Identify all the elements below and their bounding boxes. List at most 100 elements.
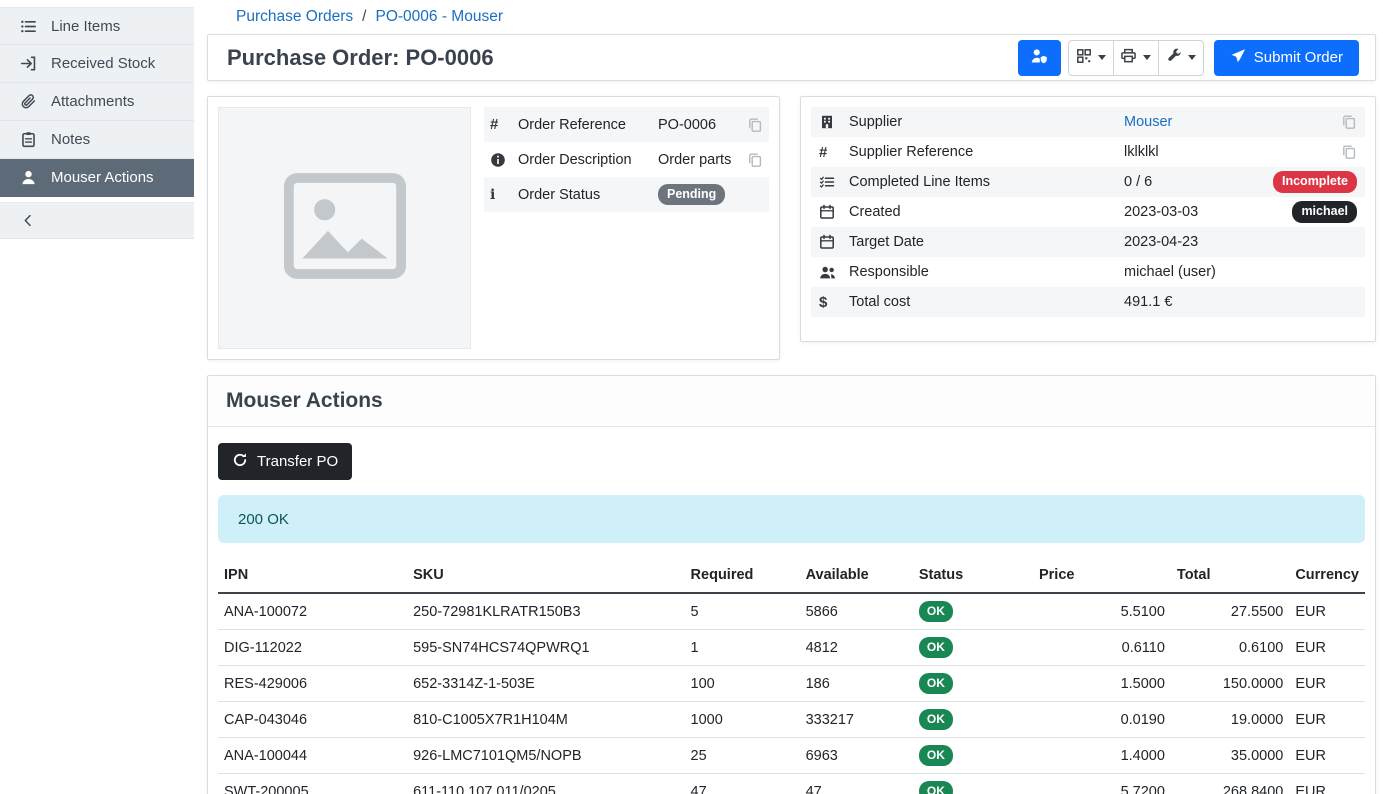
cell-price: 0.0190 bbox=[1033, 702, 1171, 738]
cell-ipn: SWT-200005 bbox=[218, 774, 407, 794]
sidebar-item-label: Received Stock bbox=[51, 55, 155, 72]
copy-icon[interactable] bbox=[1341, 144, 1357, 160]
paperclip-icon bbox=[19, 93, 38, 110]
breadcrumb: Purchase Orders / PO-0006 - Mouser bbox=[207, 0, 1376, 34]
qr-code-icon bbox=[1076, 48, 1092, 68]
detail-row-target-date: Target Date 2023-04-23 bbox=[811, 227, 1365, 257]
column-header-required: Required bbox=[685, 559, 800, 593]
tools-icon bbox=[1166, 48, 1182, 68]
cell-sku: 611-110.107.011/0205 bbox=[407, 774, 684, 794]
cell-available: 4812 bbox=[800, 630, 913, 666]
cell-ipn: CAP-043046 bbox=[218, 702, 407, 738]
detail-label: Total cost bbox=[849, 294, 1124, 310]
detail-row-order-reference: # Order Reference PO-0006 bbox=[484, 107, 769, 142]
supplier-link[interactable]: Mouser bbox=[1124, 114, 1341, 130]
cell-ipn: DIG-112022 bbox=[218, 630, 407, 666]
calendar-icon bbox=[819, 234, 849, 250]
cell-total: 19.0000 bbox=[1171, 702, 1289, 738]
table-row: SWT-200005 611-110.107.011/0205 47 47 OK… bbox=[218, 774, 1365, 794]
status-badge: Pending bbox=[658, 184, 725, 206]
submit-order-button[interactable]: Submit Order bbox=[1214, 40, 1359, 76]
submit-order-label: Submit Order bbox=[1254, 49, 1343, 66]
cell-status: OK bbox=[913, 774, 1033, 794]
cell-available: 186 bbox=[800, 666, 913, 702]
cell-ipn: ANA-100044 bbox=[218, 738, 407, 774]
detail-value: Pending bbox=[658, 184, 763, 206]
chevron-left-icon bbox=[19, 213, 38, 228]
detail-label: Order Status bbox=[518, 187, 658, 203]
cell-price: 5.5100 bbox=[1033, 593, 1171, 630]
copy-icon[interactable] bbox=[1341, 114, 1357, 130]
building-icon bbox=[819, 114, 849, 130]
column-header-ipn: IPN bbox=[218, 559, 407, 593]
cell-required: 47 bbox=[685, 774, 800, 794]
cell-status: OK bbox=[913, 630, 1033, 666]
column-header-available: Available bbox=[800, 559, 913, 593]
transfer-po-label: Transfer PO bbox=[257, 453, 338, 470]
sign-in-icon bbox=[19, 55, 38, 72]
column-header-status: Status bbox=[913, 559, 1033, 593]
transfer-po-button[interactable]: Transfer PO bbox=[218, 443, 352, 480]
alert-message: 200 OK bbox=[238, 511, 289, 528]
order-image-placeholder[interactable] bbox=[218, 107, 471, 349]
detail-value: lklklkl bbox=[1124, 144, 1341, 160]
print-dropdown-button[interactable] bbox=[1113, 40, 1159, 76]
cell-price: 1.4000 bbox=[1033, 738, 1171, 774]
users-icon bbox=[819, 264, 849, 281]
sidebar-item-line-items[interactable]: Line Items bbox=[0, 7, 194, 45]
mouser-actions-body: Transfer PO 200 OK IPN SKU Required Avai… bbox=[208, 427, 1375, 794]
ok-badge: OK bbox=[919, 781, 953, 794]
refresh-icon bbox=[232, 452, 248, 472]
detail-label: Completed Line Items bbox=[849, 174, 1124, 190]
user-roles-button[interactable] bbox=[1018, 40, 1061, 76]
copy-icon[interactable] bbox=[747, 152, 763, 168]
user-icon bbox=[19, 169, 38, 186]
info-icon: i bbox=[490, 187, 518, 203]
copy-icon[interactable] bbox=[747, 117, 763, 133]
sidebar-collapse-button[interactable] bbox=[0, 202, 194, 239]
ok-badge: OK bbox=[919, 673, 953, 694]
detail-row-total-cost: $ Total cost 491.1 € bbox=[811, 287, 1365, 317]
sidebar-item-label: Line Items bbox=[51, 18, 120, 35]
image-placeholder-icon bbox=[284, 173, 406, 283]
sidebar-item-label: Mouser Actions bbox=[51, 169, 154, 186]
table-row: RES-429006 652-3314Z-1-503E 100 186 OK 1… bbox=[218, 666, 1365, 702]
barcode-dropdown-button[interactable] bbox=[1068, 40, 1114, 76]
cell-required: 5 bbox=[685, 593, 800, 630]
sidebar-item-received-stock[interactable]: Received Stock bbox=[0, 45, 194, 83]
cell-total: 0.6100 bbox=[1171, 630, 1289, 666]
detail-row-order-description: Order Description Order parts bbox=[484, 142, 769, 177]
cell-status: OK bbox=[913, 702, 1033, 738]
sidebar-item-attachments[interactable]: Attachments bbox=[0, 83, 194, 121]
cell-status: OK bbox=[913, 666, 1033, 702]
cell-required: 25 bbox=[685, 738, 800, 774]
column-header-currency: Currency bbox=[1289, 559, 1365, 593]
breadcrumb-link-purchase-orders[interactable]: Purchase Orders bbox=[236, 8, 353, 26]
header-button-group bbox=[1068, 40, 1204, 76]
table-row: CAP-043046 810-C1005X7R1H104M 1000 33321… bbox=[218, 702, 1365, 738]
currency-icon: $ bbox=[819, 294, 849, 311]
main-content: Purchase Orders / PO-0006 - Mouser Purch… bbox=[194, 0, 1383, 794]
order-options-dropdown-button[interactable] bbox=[1158, 40, 1204, 76]
user-badge: michael bbox=[1292, 201, 1357, 223]
detail-row-supplier: Supplier Mouser bbox=[811, 107, 1365, 137]
cell-required: 1000 bbox=[685, 702, 800, 738]
detail-label: Supplier Reference bbox=[849, 144, 1124, 160]
cell-price: 1.5000 bbox=[1033, 666, 1171, 702]
order-details-panel: # Order Reference PO-0006 Order Descript… bbox=[207, 96, 780, 360]
mouser-actions-panel: Mouser Actions Transfer PO 200 OK IPN bbox=[207, 375, 1376, 794]
cell-sku: 595-SN74HCS74QPWRQ1 bbox=[407, 630, 684, 666]
cell-sku: 250-72981KLRATR150B3 bbox=[407, 593, 684, 630]
detail-value: 2023-04-23 bbox=[1124, 234, 1357, 250]
printer-icon bbox=[1120, 47, 1137, 68]
column-header-total: Total bbox=[1171, 559, 1289, 593]
table-row: ANA-100072 250-72981KLRATR150B3 5 5866 O… bbox=[218, 593, 1365, 630]
breadcrumb-link-current[interactable]: PO-0006 - Mouser bbox=[375, 8, 503, 26]
cell-currency: EUR bbox=[1289, 666, 1365, 702]
sidebar-item-notes[interactable]: Notes bbox=[0, 121, 194, 159]
chevron-down-icon bbox=[1188, 55, 1196, 60]
cell-currency: EUR bbox=[1289, 593, 1365, 630]
sidebar-item-mouser-actions[interactable]: Mouser Actions bbox=[0, 159, 194, 197]
details-section: # Order Reference PO-0006 Order Descript… bbox=[207, 96, 1376, 360]
user-shield-icon bbox=[1030, 47, 1048, 69]
